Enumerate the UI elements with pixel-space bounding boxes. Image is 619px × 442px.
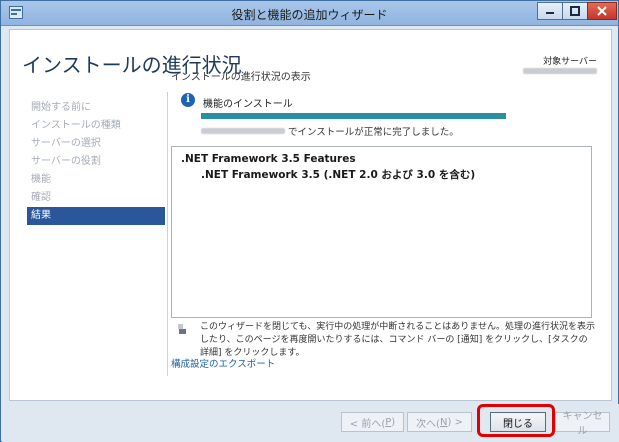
next-button-label: 次へ( [416,418,440,430]
maximize-icon [570,6,580,16]
next-button-accesskey: N [439,416,448,428]
window-title: 役割と機能の追加ウィザード [231,8,388,22]
title-bar: 役割と機能の追加ウィザード [1,1,618,26]
next-button[interactable]: 次へ(N) > [407,412,472,432]
minimize-icon [546,12,554,14]
nav-item-features: 機能 [31,174,51,185]
result-subfeature-line: .NET Framework 3.5 (.NET 2.0 および 3.0 を含む… [201,169,476,181]
close-button-highlight [477,404,555,437]
info-icon: i [181,93,195,107]
maximize-button[interactable] [562,2,588,20]
wizard-nav: 開始する前に インストールの種類 サーバーの選択 サーバーの役割 機能 確認 結… [27,99,165,225]
feature-install-label: 機能のインストール [203,99,293,110]
previous-button[interactable]: < 前へ(P) [341,412,404,432]
progress-heading: インストールの進行状況の表示 [171,72,311,83]
server-name-redacted [201,128,285,134]
install-progress-fill [201,113,506,119]
target-server-name-redacted [523,68,597,74]
install-success-text: でインストールが正常に完了しました。 [288,127,459,138]
results-box[interactable]: .NET Framework 3.5 Features .NET Framewo… [171,146,592,318]
notification-flag-icon [178,324,186,334]
install-progress-bar [201,113,506,119]
nav-divider [167,92,168,376]
nav-item-installation-type: インストールの種類 [31,120,121,131]
nav-item-before-you-begin: 開始する前に [31,102,91,113]
result-feature-line: .NET Framework 3.5 Features [181,153,356,165]
next-button-tail: ) > [447,416,463,428]
target-server-label: 対象サーバー [543,57,597,67]
nav-item-confirmation: 確認 [31,192,51,203]
wizard-window: 役割と機能の追加ウィザード インストールの進行状況 対象サーバー 開始する前に … [0,0,619,442]
cancel-button[interactable]: キャンセル [555,411,610,437]
close-wizard-notice: このウィザードを閉じても、実行中の処理が中断されることはありません。処理の進行状… [200,322,596,358]
previous-button-label: < 前へ( [349,418,386,430]
nav-item-server-roles: サーバーの役割 [31,156,101,167]
previous-button-tail: ) [391,416,396,428]
nav-item-results[interactable]: 結果 [27,207,165,225]
export-configuration-link[interactable]: 構成設定のエクスポート [171,356,275,370]
close-icon [597,6,607,16]
window-close-button[interactable] [587,2,617,20]
minimize-button[interactable] [537,2,563,20]
nav-item-server-selection: サーバーの選択 [31,138,101,149]
